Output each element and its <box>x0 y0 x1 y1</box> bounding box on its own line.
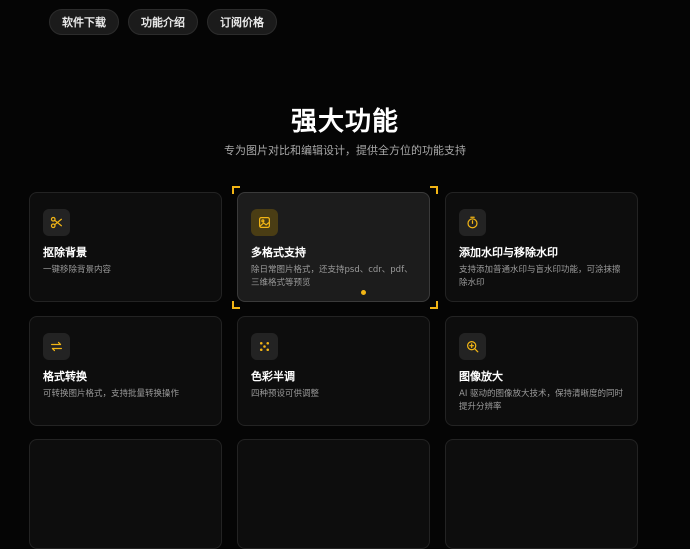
nav-features[interactable]: 功能介绍 <box>128 9 198 35</box>
feature-description: 一键移除背景内容 <box>43 265 112 275</box>
stopwatch-icon <box>459 209 486 236</box>
color-dots-icon <box>251 333 278 360</box>
nav-pricing[interactable]: 订阅价格 <box>207 9 277 35</box>
swap-arrows-icon <box>43 333 70 360</box>
nav-software-download[interactable]: 软件下载 <box>49 9 119 35</box>
feature-card-halftone[interactable]: 色彩半调 四种预设可供调整 <box>237 316 430 426</box>
feature-title: 格式转换 <box>43 370 87 383</box>
feature-card-partial[interactable] <box>445 439 638 549</box>
feature-card-partial[interactable] <box>29 439 222 549</box>
feature-description: 支持添加普通水印与盲水印功能，可涂抹擦除水印 <box>459 265 621 288</box>
feature-title: 抠除背景 <box>43 246 87 259</box>
feature-card-format-conversion[interactable]: 格式转换 可转换图片格式，支持批量转换操作 <box>29 316 222 426</box>
carousel-indicator-dot <box>361 290 366 295</box>
feature-description: 四种预设可供调整 <box>251 389 320 399</box>
selection-corner-bottom-left <box>232 301 240 309</box>
section-title: 强大功能 <box>290 107 399 137</box>
feature-card-watermark[interactable]: 添加水印与移除水印 支持添加普通水印与盲水印功能，可涂抹擦除水印 <box>445 192 638 302</box>
feature-title: 图像放大 <box>459 370 503 383</box>
feature-description: 除日常图片格式，还支持psd、cdr、pdf、三维格式等预览 <box>251 265 413 288</box>
feature-title: 添加水印与移除水印 <box>459 246 558 259</box>
feature-title: 多格式支持 <box>251 246 306 259</box>
image-icon <box>251 209 278 236</box>
feature-card-partial[interactable] <box>237 439 430 549</box>
selection-corner-top-right <box>430 186 438 194</box>
feature-card-multi-format[interactable]: 多格式支持 除日常图片格式，还支持psd、cdr、pdf、三维格式等预览 <box>237 192 430 302</box>
feature-card-remove-background[interactable]: 抠除背景 一键移除背景内容 <box>29 192 222 302</box>
selection-corner-top-left <box>232 186 240 194</box>
feature-description: AI 驱动的图像放大技术，保持清晰度的同时提升分辨率 <box>459 389 624 412</box>
top-nav: 软件下载 功能介绍 订阅价格 <box>49 9 277 35</box>
zoom-in-icon <box>459 333 486 360</box>
feature-card-upscale[interactable]: 图像放大 AI 驱动的图像放大技术，保持清晰度的同时提升分辨率 <box>445 316 638 426</box>
section-subtitle: 专为图片对比和编辑设计，提供全方位的功能支持 <box>224 144 466 157</box>
feature-title: 色彩半调 <box>251 370 295 383</box>
scissors-icon <box>43 209 70 236</box>
feature-description: 可转换图片格式，支持批量转换操作 <box>43 389 180 399</box>
selection-corner-bottom-right <box>430 301 438 309</box>
